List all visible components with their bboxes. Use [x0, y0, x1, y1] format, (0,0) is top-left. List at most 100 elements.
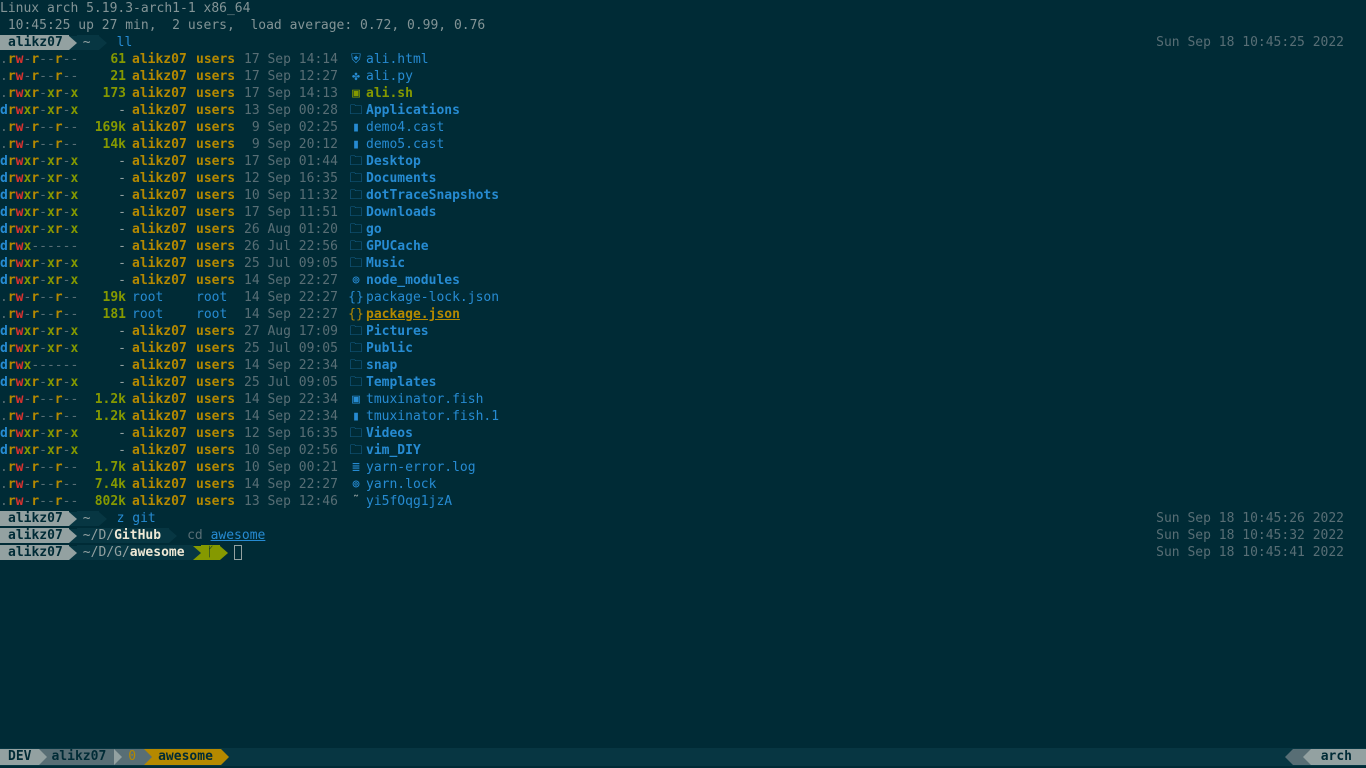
file-permissions: drwxr-xr-x: [0, 256, 79, 271]
file-name[interactable]: ali.html: [366, 52, 429, 67]
file-permissions: .rwxr-xr-x: [0, 86, 79, 101]
file-name[interactable]: Documents: [366, 171, 436, 186]
status-window-index[interactable]: 0: [122, 749, 145, 765]
file-owner: alikz07: [132, 86, 187, 101]
file-name[interactable]: demo4.cast: [366, 120, 444, 135]
file-owner: alikz07: [132, 205, 187, 220]
list-item[interactable]: .rw-r--r-- 169k alikz07 users 9 Sep 02:25 ▮ d…: [0, 119, 1366, 136]
list-item[interactable]: drwxr-xr-x - alikz07 users 17 Sep 11:51 🗀 Down…: [0, 204, 1366, 221]
file-name[interactable]: Pictures: [366, 324, 429, 339]
file-date: 25 Jul 09:05: [244, 256, 338, 271]
file-name[interactable]: vim_DIY: [366, 443, 421, 458]
list-item[interactable]: drwxr-xr-x - alikz07 users 10 Sep 02:56 🗀 vim_…: [0, 442, 1366, 459]
file-owner: alikz07: [132, 222, 187, 237]
file-name[interactable]: yi5fOqg1jzA: [366, 494, 452, 509]
file-group: users: [196, 205, 236, 220]
file-name[interactable]: GPUCache: [366, 239, 429, 254]
list-item[interactable]: drwxr-xr-x - alikz07 users 12 Sep 16:35 🗀 Vide…: [0, 425, 1366, 442]
file-name[interactable]: Videos: [366, 426, 413, 441]
text-cursor[interactable]: [234, 545, 243, 560]
file-name[interactable]: Applications: [366, 103, 460, 118]
file-group: users: [196, 154, 236, 169]
folder-icon: 🗀: [349, 205, 363, 220]
folder-icon: 🗀: [349, 171, 363, 186]
list-item[interactable]: .rw-r--r-- 802k alikz07 users 13 Sep 12:46 ˜ y…: [0, 493, 1366, 510]
prompt-segments: alikz07 ~: [0, 35, 107, 50]
file-group: users: [196, 171, 236, 186]
file-group: users: [196, 69, 236, 84]
prompt-timestamp: Sun Sep 18 10:45:25 2022: [1156, 35, 1344, 50]
file-name[interactable]: Downloads: [366, 205, 436, 220]
file-date: 14 Sep 22:27: [244, 290, 338, 305]
status-window-name[interactable]: awesome: [152, 749, 221, 765]
terminal-window[interactable]: Linux arch 5.19.3-arch1-1 x86_64 10:45:2…: [0, 0, 1366, 748]
file-name[interactable]: dotTraceSnapshots: [366, 188, 499, 203]
file-date: 25 Jul 09:05: [244, 341, 338, 356]
file-name[interactable]: Desktop: [366, 154, 421, 169]
list-item[interactable]: drwxr-xr-x - alikz07 users 25 Jul 09:05 🗀 Publ…: [0, 340, 1366, 357]
file-owner: alikz07: [132, 460, 187, 475]
file-icon: ▮: [352, 137, 360, 152]
list-item[interactable]: drwxr-xr-x - alikz07 users 10 Sep 11:32 🗀 dotT…: [0, 187, 1366, 204]
list-item[interactable]: .rw-r--r-- 1.2k alikz07 users 14 Sep 22:34 ▣ t…: [0, 391, 1366, 408]
file-name[interactable]: ali.sh: [366, 86, 413, 101]
list-item[interactable]: .rwxr-xr-x 173 alikz07 users 17 Sep 14:13 ▣ al…: [0, 85, 1366, 102]
file-date: 26 Jul 22:56: [244, 239, 338, 254]
file-name[interactable]: package.json: [366, 307, 460, 322]
list-item[interactable]: .rw-r--r-- 61 alikz07 users 17 Sep 14:14 ⛨ ali…: [0, 51, 1366, 68]
file-name[interactable]: yarn-error.log: [366, 460, 476, 475]
list-item[interactable]: .rw-r--r-- 1.2k alikz07 users 14 Sep 22:34 ▮ t…: [0, 408, 1366, 425]
list-item[interactable]: drwxr-xr-x - alikz07 users 26 Aug 01:20 🗀 go: [0, 221, 1366, 238]
list-item[interactable]: drwxr-xr-x - alikz07 users 14 Sep 22:27 ⊚ node…: [0, 272, 1366, 289]
file-name[interactable]: Music: [366, 256, 405, 271]
file-permissions: .rw-r--r--: [0, 69, 79, 84]
list-item[interactable]: drwx------ - alikz07 users 26 Jul 22:56 🗀 GPUC…: [0, 238, 1366, 255]
file-date: 14 Sep 22:27: [244, 477, 338, 492]
list-item[interactable]: .rw-r--r-- 1.7k alikz07 users 10 Sep 00:21 ≣ y…: [0, 459, 1366, 476]
file-name[interactable]: Templates: [366, 375, 436, 390]
file-owner: alikz07: [132, 273, 187, 288]
list-item[interactable]: .rw-r--r-- 21 alikz07 users 17 Sep 12:27 ✤ ali…: [0, 68, 1366, 85]
separator-arrow-icon: [68, 528, 77, 543]
folder-icon: 🗀: [349, 358, 363, 373]
log-icon: ≣: [352, 460, 360, 475]
prompt-path: ~/D/GitHub: [76, 528, 170, 543]
file-name[interactable]: Public: [366, 341, 413, 356]
list-item[interactable]: .rw-r--r-- 181 root root 14 Sep 22:27 {} packa…: [0, 306, 1366, 323]
list-item[interactable]: drwxr-xr-x - alikz07 users 25 Jul 09:05 🗀 Musi…: [0, 255, 1366, 272]
file-group: users: [196, 86, 236, 101]
list-item[interactable]: .rw-r--r-- 14k alikz07 users 9 Sep 20:12 ▮ de…: [0, 136, 1366, 153]
file-group: root: [196, 307, 228, 322]
file-name[interactable]: go: [366, 222, 382, 237]
file-name[interactable]: tmuxinator.fish: [366, 392, 483, 407]
prompt-path: ~: [76, 35, 99, 50]
file-date: 12 Sep 16:35: [244, 171, 338, 186]
list-item[interactable]: drwxr-xr-x - alikz07 users 27 Aug 17:09 🗀 Pict…: [0, 323, 1366, 340]
file-date: 17 Sep 14:14: [244, 52, 338, 67]
file-name[interactable]: tmuxinator.fish.1: [366, 409, 499, 424]
file-group: users: [196, 375, 236, 390]
file-permissions: .rw-r--r--: [0, 290, 79, 305]
list-item[interactable]: drwx------ - alikz07 users 14 Sep 22:34 🗀 snap: [0, 357, 1366, 374]
file-name[interactable]: node_modules: [366, 273, 460, 288]
file-date: 14 Sep 22:34: [244, 392, 338, 407]
list-item[interactable]: drwxr-xr-x - alikz07 users 17 Sep 01:44 🗀 Desk…: [0, 153, 1366, 170]
list-item[interactable]: drwxr-xr-x - alikz07 users 25 Jul 09:05 🗀 Temp…: [0, 374, 1366, 391]
file-name[interactable]: snap: [366, 358, 397, 373]
file-size: -: [118, 358, 126, 373]
file-size: 1.2k: [94, 392, 126, 407]
list-item[interactable]: .rw-r--r-- 7.4k alikz07 users 14 Sep 22:27 ⊚ y…: [0, 476, 1366, 493]
prompt-segments: alikz07 ~/D/GitHub: [0, 528, 178, 543]
prompt-line[interactable]: alikz07 ~/D/G/awesome ᚴ Sun Sep 18 10:45:41…: [0, 544, 1366, 561]
list-item[interactable]: drwxr-xr-x - alikz07 users 12 Sep 16:35 🗀 Docu…: [0, 170, 1366, 187]
prompt-path-current: GitHub: [114, 528, 162, 543]
file-name[interactable]: ali.py: [366, 69, 413, 84]
file-name[interactable]: yarn.lock: [366, 477, 436, 492]
list-item[interactable]: .rw-r--r-- 19k root root 14 Sep 22:27 {} packa…: [0, 289, 1366, 306]
file-date: 25 Jul 09:05: [244, 375, 338, 390]
list-item[interactable]: drwxr-xr-x - alikz07 users 13 Sep 00:28 🗀 Appl…: [0, 102, 1366, 119]
file-name[interactable]: demo5.cast: [366, 137, 444, 152]
file-name[interactable]: package-lock.json: [366, 290, 499, 305]
file-size: 1.7k: [94, 460, 126, 475]
json-icon: {}: [348, 290, 364, 305]
